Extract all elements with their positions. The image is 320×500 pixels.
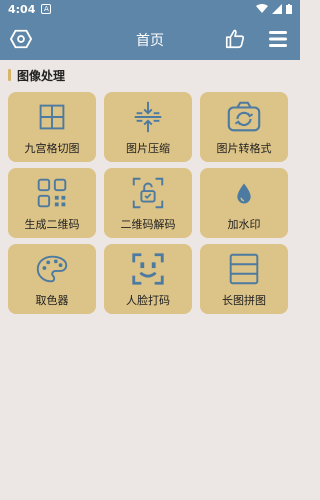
tool-long-image-stitch[interactable]: 长图拼图	[200, 244, 288, 314]
wifi-icon	[256, 4, 268, 13]
tool-convert-format[interactable]: 图片转格式	[200, 92, 288, 162]
palette-icon	[36, 255, 68, 283]
face-scan-icon	[132, 253, 164, 285]
thumbs-up-icon[interactable]	[224, 28, 246, 50]
status-time: 4:04	[8, 2, 36, 16]
tool-face-mosaic[interactable]: 人脸打码	[104, 244, 192, 314]
water-drop-icon	[237, 183, 251, 204]
qrcode-icon	[37, 178, 67, 208]
long-image-icon	[229, 253, 259, 285]
tool-label: 人脸打码	[126, 294, 170, 307]
notification-icon: A	[41, 4, 52, 14]
hamburger-menu-icon[interactable]	[268, 29, 288, 49]
tool-label: 二维码解码	[120, 218, 176, 231]
tool-compress[interactable]: 图片压缩	[104, 92, 192, 162]
tool-qrcode-decode[interactable]: 二维码解码	[104, 168, 192, 238]
tool-label: 长图拼图	[222, 294, 266, 307]
camera-convert-icon	[227, 101, 261, 132]
tool-label: 图片转格式	[216, 142, 272, 155]
signal-icon	[272, 4, 282, 14]
tool-label: 生成二维码	[24, 218, 80, 231]
tool-label: 图片压缩	[126, 142, 170, 155]
section-accent-bar	[8, 69, 11, 81]
tool-qrcode-generate[interactable]: 生成二维码	[8, 168, 96, 238]
status-indicators	[256, 4, 292, 14]
compress-icon	[134, 101, 162, 133]
tool-label: 九宫格切图	[24, 142, 80, 155]
tool-color-picker[interactable]: 取色器	[8, 244, 96, 314]
tool-watermark[interactable]: 加水印	[200, 168, 288, 238]
page-title: 首页	[136, 33, 164, 49]
section-header: 图像处理	[8, 68, 66, 83]
tool-grid-split[interactable]: 九宫格切图	[8, 92, 96, 162]
grid-split-icon	[39, 104, 65, 130]
tool-label: 加水印	[227, 218, 261, 231]
status-bar: 4:04 A	[0, 0, 300, 18]
section-title: 图像处理	[17, 68, 66, 83]
battery-icon	[286, 4, 292, 14]
scan-unlock-icon	[132, 177, 164, 209]
app-bar: 首页	[0, 18, 300, 60]
tool-label: 取色器	[35, 294, 69, 307]
tools-grid: 九宫格切图 图片压缩 图片转格式 生成二维码 二维码解码 加水印 取色器 人脸打…	[8, 92, 292, 314]
